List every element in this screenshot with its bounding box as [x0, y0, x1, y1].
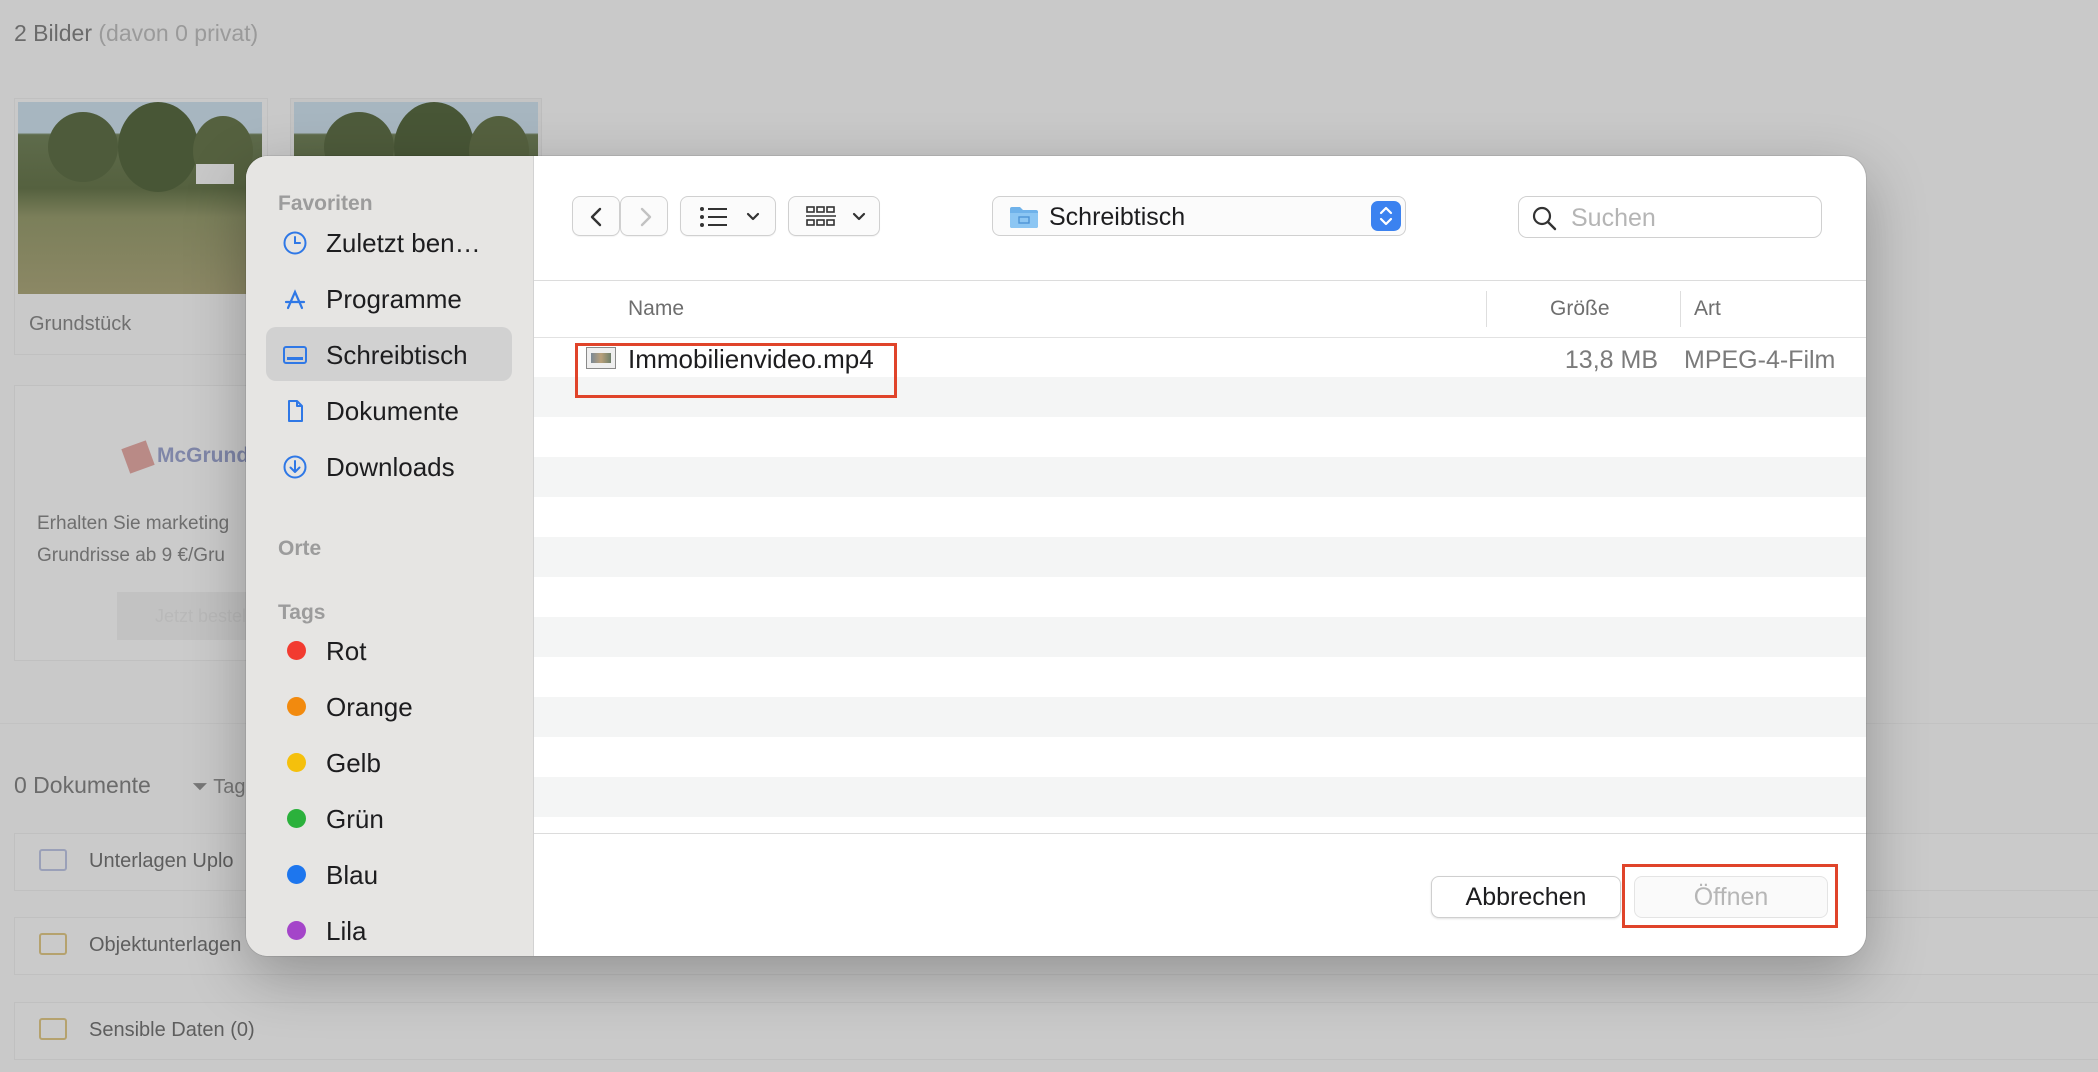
tag-color-dot	[287, 641, 306, 660]
sidebar-tag-blue[interactable]: Blau	[266, 847, 512, 901]
chevron-right-icon	[640, 207, 652, 227]
empty-row	[534, 697, 1866, 737]
favorites-heading: Favoriten	[278, 192, 373, 215]
sidebar-tag-red[interactable]: Rot	[266, 623, 512, 677]
image-card-label: Grundstück	[29, 313, 132, 335]
file-size: 13,8 MB	[1564, 346, 1658, 374]
group-view-menu-button[interactable]	[788, 196, 880, 236]
forward-button[interactable]	[620, 196, 668, 236]
dialog-footer: Abbrechen Öffnen	[534, 833, 1866, 956]
chevron-left-icon	[590, 207, 602, 227]
cancel-button[interactable]: Abbrechen	[1431, 876, 1621, 918]
dialog-main: Schreibtisch Name Größe Art Immobilienv	[534, 156, 1866, 956]
promo-logo: McGrund	[157, 444, 250, 467]
column-kind[interactable]: Art	[1694, 297, 1721, 321]
tags-heading: Tags	[278, 601, 326, 624]
open-file-dialog: Favoriten Zuletzt ben… Programme Schreib…	[246, 156, 1866, 956]
folder-icon	[1010, 207, 1038, 228]
sidebar-item-recent[interactable]: Zuletzt ben…	[266, 215, 512, 269]
folder-row[interactable]: Sensible Daten (0)	[14, 1002, 2098, 1060]
promo-card: McGrund Erhalten Sie marketing Grundriss…	[14, 385, 277, 661]
tag-color-dot	[287, 865, 306, 884]
tag-color-dot	[287, 809, 306, 828]
column-size[interactable]: Größe	[1550, 297, 1610, 321]
empty-row	[534, 737, 1866, 777]
apps-icon	[282, 286, 308, 312]
empty-row	[534, 657, 1866, 697]
file-kind: MPEG-4-Film	[1684, 346, 1836, 374]
grid-icon	[806, 206, 836, 226]
sidebar-item-desktop[interactable]: Schreibtisch	[266, 327, 512, 381]
column-name[interactable]: Name	[628, 297, 684, 321]
empty-row	[534, 497, 1866, 537]
empty-row	[534, 577, 1866, 617]
location-popup-button[interactable]: Schreibtisch	[992, 196, 1406, 236]
folder-icon	[39, 1018, 67, 1040]
empty-row	[534, 537, 1866, 577]
location-label: Schreibtisch	[1049, 203, 1186, 231]
empty-row	[534, 457, 1866, 497]
chevron-down-icon	[746, 212, 760, 221]
dialog-sidebar: Favoriten Zuletzt ben… Programme Schreib…	[246, 156, 534, 956]
locations-heading: Orte	[278, 537, 322, 560]
clock-icon	[282, 230, 308, 256]
column-divider[interactable]	[1680, 291, 1681, 327]
logo-icon	[121, 440, 155, 474]
documents-count: 0 Dokumente	[14, 772, 151, 798]
filter-icon: ⏷	[192, 776, 208, 798]
highlight-open-annotation	[1622, 864, 1838, 928]
desktop-icon	[282, 342, 308, 368]
empty-row	[534, 777, 1866, 817]
search-input[interactable]	[1569, 201, 1813, 235]
folder-icon	[39, 849, 67, 871]
download-icon	[282, 454, 308, 480]
tag-color-dot	[287, 697, 306, 716]
sidebar-item-applications[interactable]: Programme	[266, 271, 512, 325]
tags-filter-button[interactable]: ⏷ Tag	[192, 776, 245, 799]
highlight-file-annotation	[575, 343, 897, 398]
column-header: Name Größe Art	[534, 281, 1866, 338]
sidebar-tag-green[interactable]: Grün	[266, 791, 512, 845]
image-card-grundstueck[interactable]: Grundstück	[14, 98, 268, 355]
tag-color-dot	[287, 753, 306, 772]
column-divider[interactable]	[1486, 291, 1487, 327]
chevron-down-icon	[852, 212, 866, 221]
search-field[interactable]	[1518, 196, 1822, 238]
list-view-menu-button[interactable]	[680, 196, 776, 236]
sidebar-item-downloads[interactable]: Downloads	[266, 439, 512, 493]
sidebar-tag-purple[interactable]: Lila	[266, 903, 512, 956]
folder-icon	[39, 933, 67, 955]
tag-color-dot	[287, 921, 306, 940]
image-count: 2 Bilder (davon 0 privat)	[14, 20, 259, 46]
sidebar-item-documents[interactable]: Dokumente	[266, 383, 512, 437]
stepper-icon	[1371, 201, 1401, 231]
document-icon	[282, 398, 308, 424]
back-button[interactable]	[572, 196, 620, 236]
property-photo	[18, 102, 262, 294]
list-icon	[700, 207, 727, 227]
search-icon	[1532, 206, 1557, 231]
sidebar-tag-yellow[interactable]: Gelb	[266, 735, 512, 789]
promo-text: Erhalten Sie marketing Grundrisse ab 9 €…	[37, 513, 230, 566]
empty-row	[534, 417, 1866, 457]
sidebar-tag-orange[interactable]: Orange	[266, 679, 512, 733]
dialog-toolbar: Schreibtisch	[534, 156, 1866, 281]
empty-row	[534, 617, 1866, 657]
